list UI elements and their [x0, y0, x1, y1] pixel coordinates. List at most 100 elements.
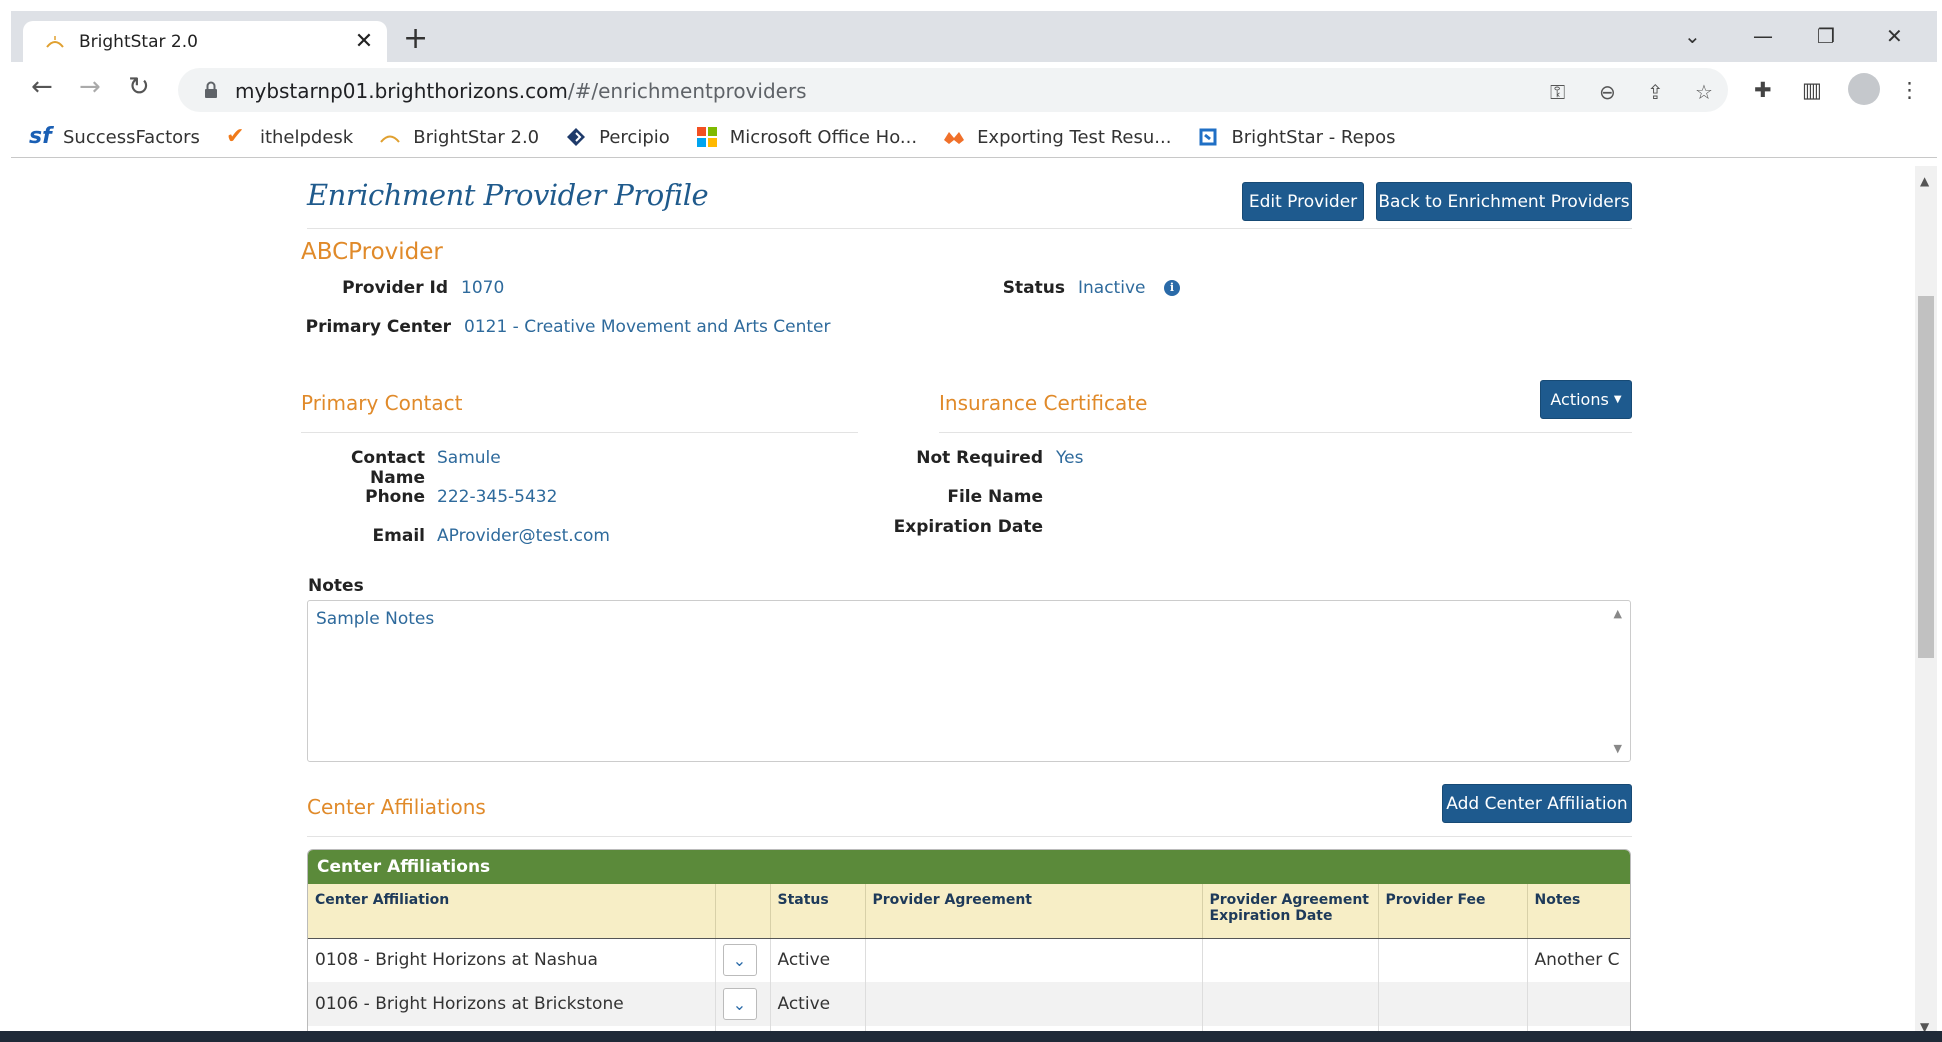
bookmark-star-icon[interactable]: ☆: [1695, 80, 1713, 104]
cell-center: 0108 - Bright Horizons at Nashua: [308, 938, 716, 982]
provider-name: ABCProvider: [301, 239, 443, 265]
chevron-down-icon[interactable]: ⌄: [722, 988, 757, 1020]
email-label: Email: [372, 526, 425, 546]
cell-fee: [1378, 982, 1528, 1026]
chevron-down-icon[interactable]: ⌄: [722, 944, 757, 977]
divider: [939, 432, 1632, 433]
cell-agreement: [865, 982, 1203, 1026]
page-title: Enrichment Provider Profile: [307, 178, 709, 212]
bookmark-successfactors[interactable]: sf SuccessFactors: [29, 126, 200, 148]
browser-tab[interactable]: BrightStar 2.0 ✕: [23, 21, 387, 62]
actions-button[interactable]: Actions ▼: [1540, 380, 1632, 419]
side-panel-icon[interactable]: ▥: [1802, 78, 1822, 102]
cell-dropdown: ⌄: [715, 938, 771, 982]
share-icon[interactable]: ⇪: [1647, 80, 1664, 104]
scroll-up-icon[interactable]: ▲: [1614, 607, 1622, 620]
reload-icon[interactable]: ↻: [128, 74, 150, 100]
col-agreement-expiration[interactable]: Provider Agreement Expiration Date: [1202, 884, 1379, 939]
url-path: /#/enrichmentproviders: [567, 79, 807, 103]
azure-repos-icon: [1199, 128, 1217, 146]
key-icon[interactable]: ⚿: [1550, 80, 1565, 104]
back-to-providers-button[interactable]: Back to Enrichment Providers: [1376, 182, 1632, 221]
brightstar-favicon-icon: [46, 35, 64, 48]
scroll-down-icon[interactable]: ▼: [1614, 742, 1622, 755]
info-icon[interactable]: i: [1164, 280, 1180, 296]
cell-status: Active: [770, 982, 866, 1026]
page-scrollbar[interactable]: ▲ ▼: [1915, 166, 1937, 1042]
divider: [307, 228, 1632, 229]
bookmark-label: BrightStar 2.0: [413, 126, 540, 148]
col-provider-agreement[interactable]: Provider Agreement: [865, 884, 1203, 939]
phone-label: Phone: [365, 487, 425, 507]
lock-icon: [205, 81, 217, 98]
col-notes[interactable]: Notes: [1527, 884, 1630, 939]
menu-kebab-icon[interactable]: ⋮: [1899, 78, 1920, 102]
col-status[interactable]: Status: [770, 884, 866, 939]
exporting-icon: [944, 132, 965, 144]
page-viewport: Enrichment Provider Profile Edit Provide…: [11, 166, 1937, 1042]
primary-center-value[interactable]: 0121 - Creative Movement and Arts Center: [464, 317, 830, 337]
bookmark-label: BrightStar - Repos: [1231, 126, 1396, 148]
status-value: Inactive: [1078, 278, 1146, 298]
restore-icon[interactable]: ❐: [1817, 24, 1835, 48]
bookmark-microsoft-office[interactable]: Microsoft Office Ho...: [696, 126, 917, 148]
status-label: Status: [1002, 278, 1065, 298]
actions-button-label: Actions: [1550, 390, 1609, 409]
os-taskbar: [0, 1031, 1942, 1042]
close-tab-icon[interactable]: ✕: [349, 29, 379, 54]
checkmark-icon: ✔: [225, 124, 245, 149]
forward-arrow-icon[interactable]: →: [79, 74, 101, 100]
extensions-icon[interactable]: ✚: [1754, 78, 1772, 102]
bookmark-brightstar-repos[interactable]: BrightStar - Repos: [1197, 126, 1396, 148]
col-center-affiliation[interactable]: Center Affiliation: [308, 884, 716, 939]
divider: [307, 836, 1632, 837]
back-arrow-icon[interactable]: ←: [31, 74, 53, 100]
address-bar[interactable]: mybstarnp01.brighthorizons.com/#/enrichm…: [178, 68, 1728, 112]
email-value[interactable]: AProvider@test.com: [437, 526, 610, 546]
cell-notes: Another C: [1527, 938, 1630, 982]
col-provider-fee[interactable]: Provider Fee: [1378, 884, 1528, 939]
bookmark-label: SuccessFactors: [63, 126, 200, 148]
affiliations-table: Center Affiliation Status Provider Agree…: [308, 884, 1630, 1042]
bookmark-ithelpdesk[interactable]: ✔ ithelpdesk: [226, 126, 353, 148]
cell-fee: [1378, 938, 1528, 982]
bookmarks-bar: sf SuccessFactors ✔ ithelpdesk BrightSta…: [11, 117, 1937, 158]
url-text: mybstarnp01.brighthorizons.com/#/enrichm…: [235, 79, 807, 103]
cell-agreement: [865, 938, 1203, 982]
tab-strip: BrightStar 2.0 ✕ + ⌄ — ❐ ✕: [11, 11, 1937, 62]
cell-center: 0106 - Bright Horizons at Brickstone: [308, 982, 716, 1026]
tab-search-icon[interactable]: ⌄: [1684, 24, 1701, 48]
divider: [301, 432, 858, 433]
add-center-affiliation-button[interactable]: Add Center Affiliation: [1442, 784, 1632, 823]
close-window-icon[interactable]: ✕: [1886, 24, 1903, 48]
insurance-heading: Insurance Certificate: [939, 391, 1148, 415]
phone-value: 222-345-5432: [437, 487, 558, 507]
bookmark-brightstar[interactable]: BrightStar 2.0: [379, 126, 539, 148]
table-header-row: Center Affiliation Status Provider Agree…: [308, 884, 1630, 939]
contact-name-value: Samule: [437, 448, 501, 468]
tab-title: BrightStar 2.0: [79, 31, 198, 52]
notes-label: Notes: [308, 576, 364, 596]
file-name-label: File Name: [947, 487, 1043, 507]
table-row[interactable]: 0106 - Bright Horizons at Brickstone ⌄ A…: [308, 982, 1630, 1026]
scroll-up-arrow-icon[interactable]: ▲: [1920, 174, 1929, 188]
browser-toolbar: ← → ↻ mybstarnp01.brighthorizons.com/#/e…: [11, 62, 1937, 117]
profile-avatar[interactable]: [1848, 73, 1880, 105]
notes-textarea[interactable]: Sample Notes ▲ ▼: [307, 600, 1631, 762]
col-dropdown: [715, 884, 771, 939]
bookmark-percipio[interactable]: Percipio: [565, 126, 670, 148]
cell-dropdown: ⌄: [715, 982, 771, 1026]
table-row[interactable]: 0108 - Bright Horizons at Nashua ⌄ Activ…: [308, 938, 1630, 982]
bookmark-exporting-test[interactable]: Exporting Test Resu...: [943, 126, 1171, 148]
scrollbar-thumb[interactable]: [1918, 296, 1934, 658]
new-tab-icon[interactable]: +: [403, 24, 428, 54]
bookmark-label: Percipio: [599, 126, 670, 148]
bookmark-label: ithelpdesk: [259, 126, 354, 148]
bookmark-label: Exporting Test Resu...: [977, 126, 1172, 148]
not-required-label: Not Required: [916, 448, 1043, 468]
edit-provider-button[interactable]: Edit Provider: [1242, 182, 1364, 221]
zoom-out-icon[interactable]: ⊖: [1599, 80, 1616, 104]
cell-expiration: [1202, 938, 1379, 982]
minimize-icon[interactable]: —: [1753, 24, 1773, 48]
primary-center-label: Primary Center: [305, 317, 451, 337]
